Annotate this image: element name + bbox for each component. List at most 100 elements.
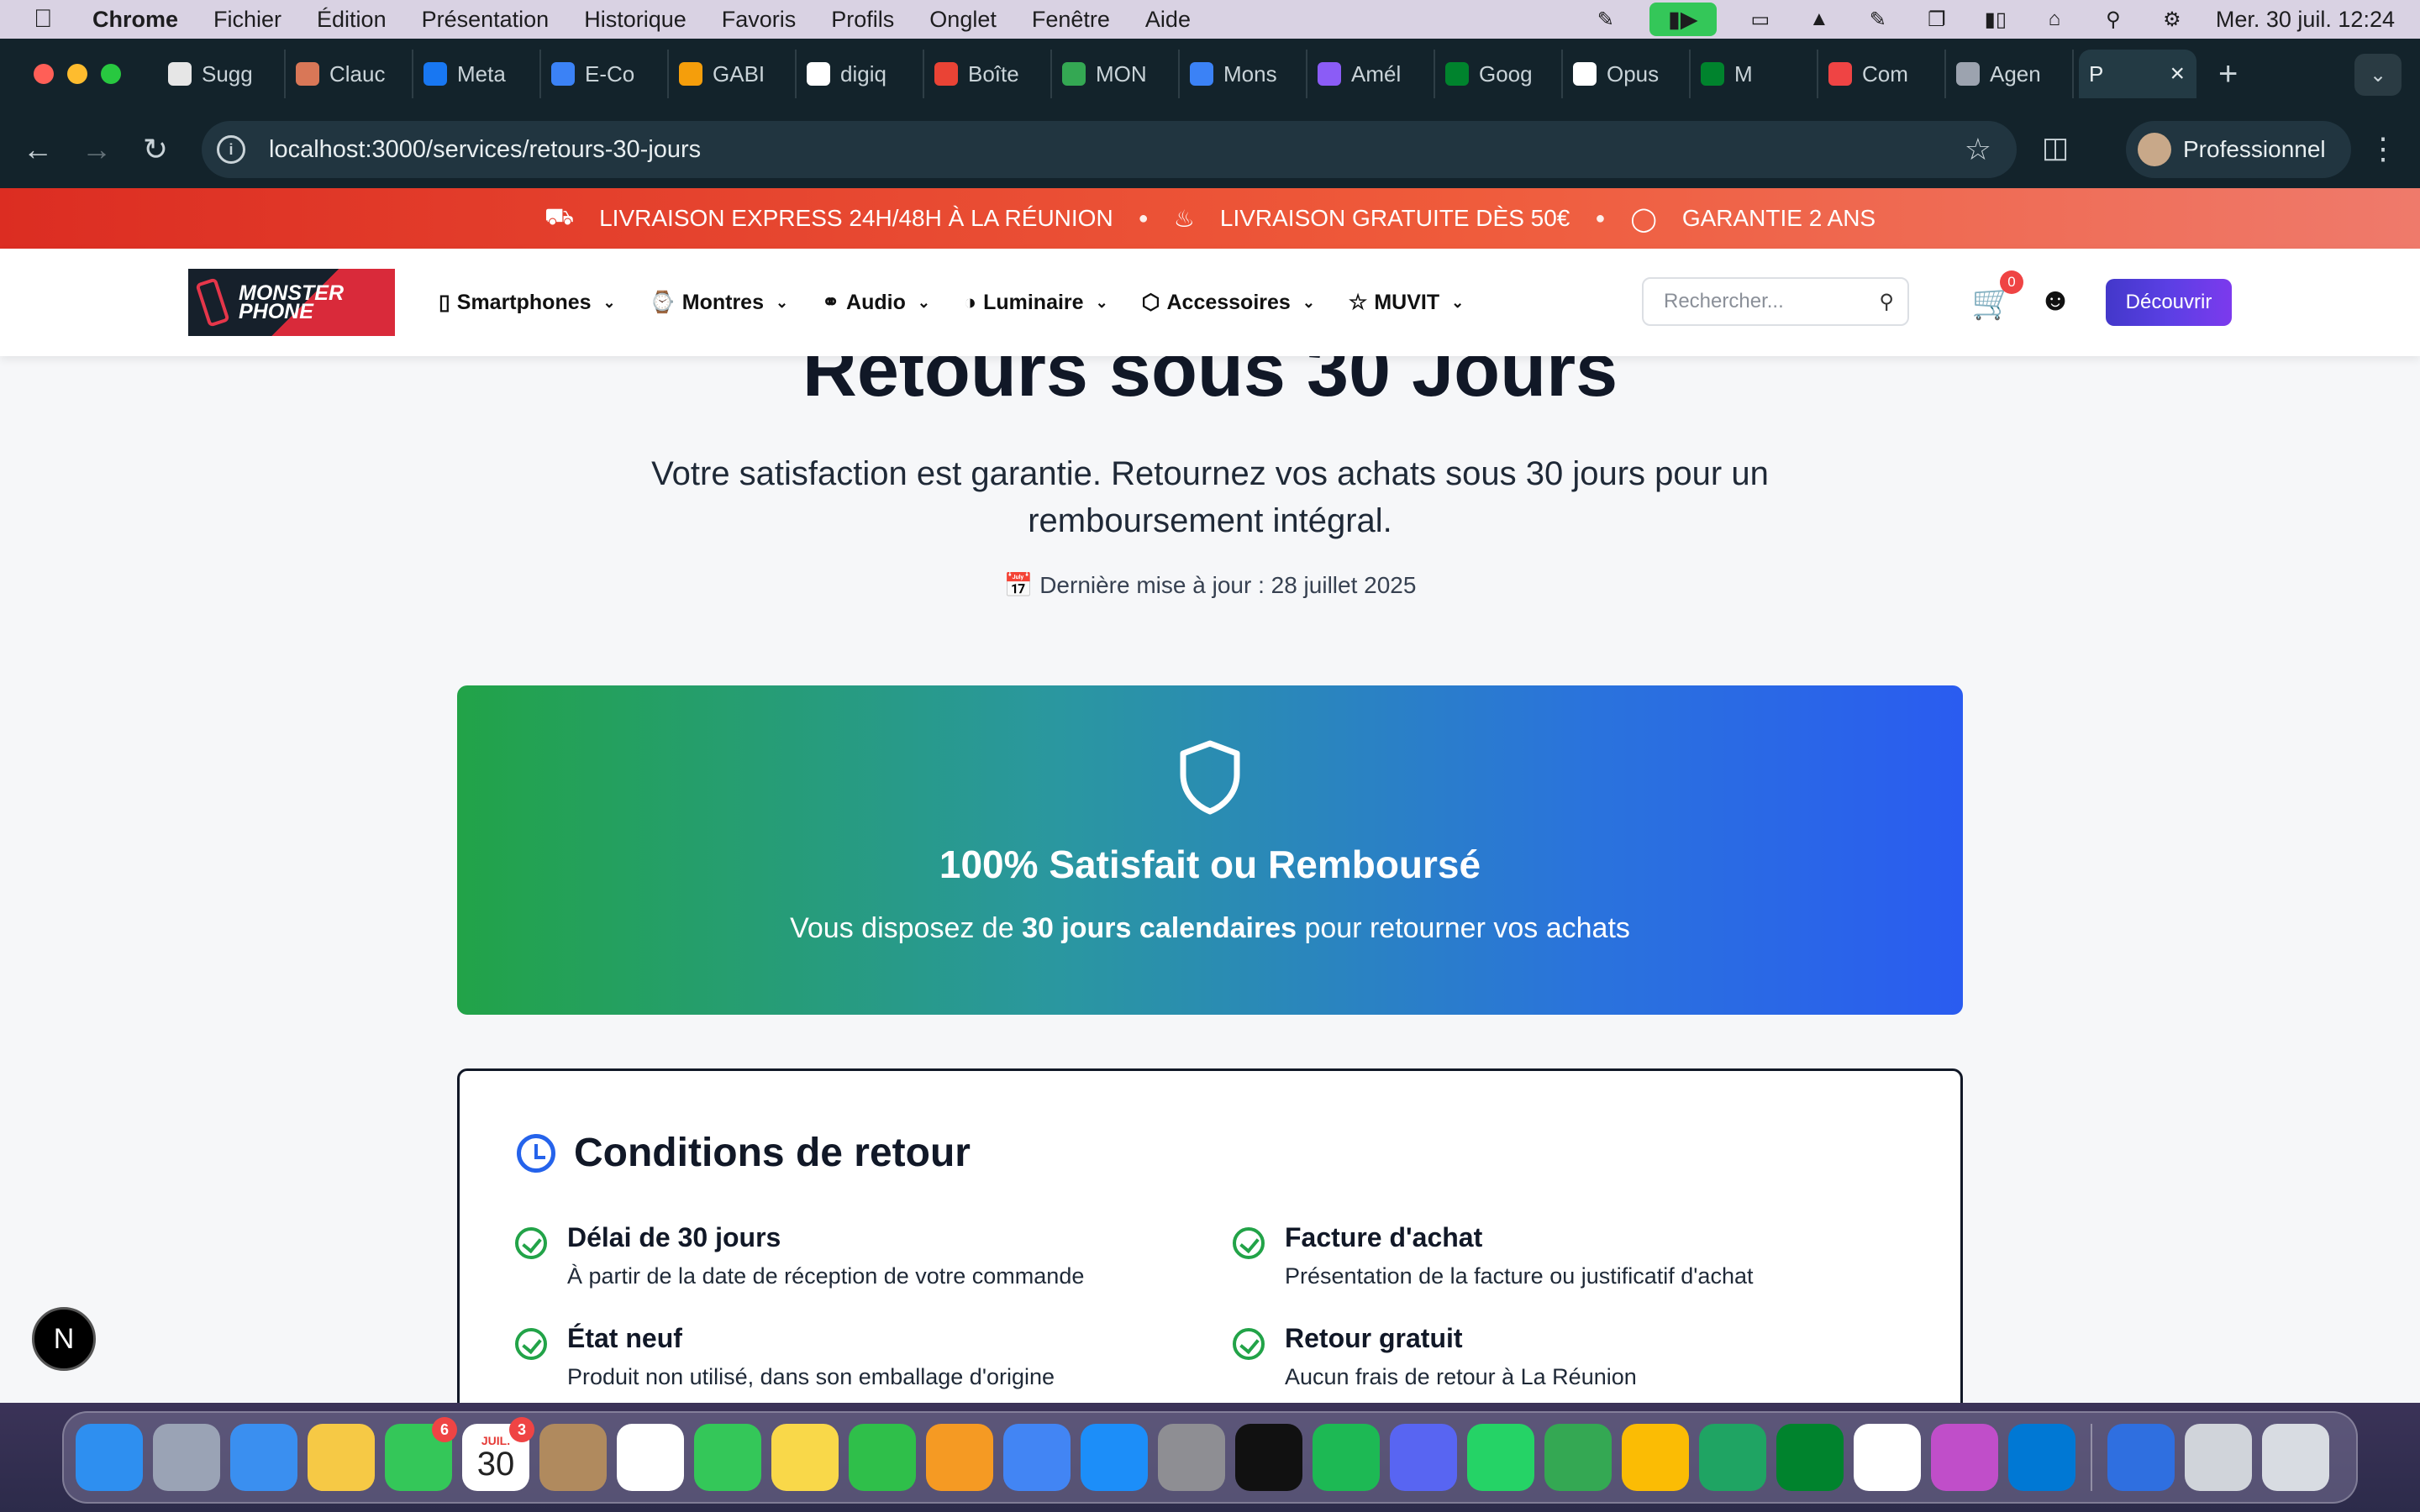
system-settings-icon[interactable] — [1158, 1424, 1225, 1491]
menu-item[interactable]: Historique — [584, 7, 687, 33]
photos-icon[interactable] — [308, 1424, 375, 1491]
guarantee-sub-2: pour retourner vos achats — [1297, 912, 1630, 944]
browser-tab[interactable]: M — [1691, 50, 1818, 98]
reload-button[interactable]: ↻ — [126, 132, 185, 167]
menu-item[interactable]: Profils — [831, 7, 894, 33]
spotify-icon[interactable] — [1313, 1424, 1380, 1491]
pages-icon[interactable] — [926, 1424, 993, 1491]
menu-item[interactable]: Fenêtre — [1032, 7, 1110, 33]
nav-montres[interactable]: ⌚ Montres ⌄ — [650, 291, 788, 315]
back-button[interactable]: ← — [8, 132, 67, 167]
menu-item[interactable]: Favoris — [722, 7, 797, 33]
tab-search-button[interactable]: ⌄ — [2354, 54, 2402, 96]
menu-item[interactable]: Édition — [317, 7, 387, 33]
nav-luminaire[interactable]: ◑ Luminaire ⌄ — [964, 291, 1108, 315]
account-icon[interactable]: ☻ — [2039, 282, 2072, 318]
facetime-icon[interactable]: 6 — [385, 1417, 457, 1491]
nextjs-devtools-button[interactable]: N — [32, 1307, 96, 1371]
numbers-icon[interactable] — [849, 1424, 916, 1491]
spotlight-search-icon[interactable]: ⚲ — [2098, 8, 2128, 31]
browser-tab[interactable]: Goog — [1435, 50, 1563, 98]
finder-icon[interactable] — [76, 1424, 143, 1491]
new-tab-button[interactable]: + — [2218, 55, 2238, 93]
reminders-icon[interactable] — [617, 1424, 684, 1491]
bookmark-star-icon[interactable]: ☆ — [1965, 132, 1991, 167]
battery-icon[interactable]: ▮▯ — [1981, 8, 2011, 31]
browser-tab[interactable]: Boîte — [924, 50, 1052, 98]
chrome-menu-icon[interactable]: ⋮ — [2368, 131, 2398, 166]
google-photos-icon[interactable] — [1622, 1424, 1689, 1491]
forward-button[interactable]: → — [67, 132, 126, 167]
flame-icon: ♨ — [1173, 205, 1195, 232]
menu-item[interactable]: Présentation — [422, 7, 550, 33]
notes-icon[interactable] — [771, 1424, 839, 1491]
capcut-icon[interactable] — [1235, 1424, 1302, 1491]
calendar-icon[interactable]: JUIL. 30 3 — [462, 1417, 534, 1491]
browser-tab[interactable]: Agen — [1946, 50, 2074, 98]
nav-muvit[interactable]: ☆ MUVIT ⌄ — [1349, 290, 1464, 315]
nav-smartphones[interactable]: ▯ Smartphones ⌄ — [439, 290, 616, 315]
zoom-window-button[interactable] — [101, 64, 121, 84]
google-chat-icon[interactable] — [1544, 1424, 1612, 1491]
nav-accessoires[interactable]: ⬡ Accessoires ⌄ — [1142, 290, 1315, 315]
contacts-icon[interactable] — [539, 1424, 607, 1491]
search-input[interactable]: Rechercher... ⚲ — [1642, 277, 1909, 326]
browser-tab[interactable]: Mons — [1180, 50, 1307, 98]
app-store-icon[interactable] — [1081, 1424, 1148, 1491]
slack-icon[interactable] — [1854, 1424, 1921, 1491]
chrome-icon[interactable] — [1003, 1424, 1071, 1491]
whatsapp-icon[interactable] — [1467, 1424, 1534, 1491]
apple-menu-icon[interactable]:  — [34, 5, 59, 34]
google-meet-icon[interactable] — [1776, 1424, 1844, 1491]
menu-item[interactable]: Fichier — [213, 7, 281, 33]
browser-tab[interactable]: Meta — [413, 50, 541, 98]
camera-in-use-icon[interactable]: ▮▶ — [1649, 3, 1717, 36]
google-drive-icon[interactable] — [1699, 1424, 1766, 1491]
search-icon[interactable]: ⚲ — [1879, 290, 1894, 314]
imac-icon[interactable] — [1931, 1424, 1998, 1491]
globe-icon[interactable] — [2107, 1424, 2175, 1491]
browser-tab[interactable]: MON — [1052, 50, 1180, 98]
menu-app-name[interactable]: Chrome — [92, 7, 178, 33]
launchpad-icon[interactable] — [153, 1424, 220, 1491]
mail-icon[interactable] — [230, 1424, 297, 1491]
dock-separator — [2091, 1424, 2092, 1491]
drive-icon[interactable]: ▲ — [1804, 8, 1834, 30]
browser-tab[interactable]: Com — [1818, 50, 1946, 98]
site-info-icon[interactable]: i — [217, 135, 245, 164]
chevron-down-icon: ⌄ — [1302, 293, 1315, 311]
minimized-window-icon[interactable] — [2185, 1424, 2252, 1491]
extensions-icon[interactable]: ◫ — [2042, 131, 2069, 165]
messages-icon[interactable] — [694, 1424, 761, 1491]
nav-audio[interactable]: ⚭ Audio ⌄ — [822, 290, 930, 315]
menu-item[interactable]: Aide — [1145, 7, 1191, 33]
vscode-icon[interactable] — [2008, 1424, 2075, 1491]
airplay-icon[interactable]: ▭ — [1745, 8, 1776, 31]
address-bar[interactable]: i localhost:3000/services/retours-30-jou… — [202, 121, 2017, 178]
discord-icon[interactable] — [1390, 1424, 1457, 1491]
browser-tab[interactable]: Opus — [1563, 50, 1691, 98]
menu-item[interactable]: Onglet — [929, 7, 997, 33]
trash-icon[interactable] — [2262, 1424, 2329, 1491]
browser-tab[interactable]: Clauc — [286, 50, 413, 98]
minimize-window-button[interactable] — [67, 64, 87, 84]
close-tab-icon[interactable]: × — [2170, 60, 2185, 88]
tab-active[interactable]: P × — [2079, 50, 2196, 98]
control-center-icon[interactable]: ⚙ — [2157, 8, 2187, 31]
browser-tab[interactable]: Sugg — [158, 50, 286, 98]
pen-icon[interactable]: ✎ — [1591, 8, 1621, 31]
browser-tab[interactable]: digiq — [797, 50, 924, 98]
close-window-button[interactable] — [34, 64, 54, 84]
profile-button[interactable]: Professionnel — [2126, 121, 2351, 178]
browser-tab[interactable]: GABI — [669, 50, 797, 98]
pencil-icon[interactable]: ✎ — [1863, 8, 1893, 31]
wifi-icon[interactable]: ⌂ — [2039, 8, 2070, 30]
browser-tab[interactable]: E-Co — [541, 50, 669, 98]
discover-button[interactable]: Découvrir — [2106, 279, 2232, 326]
menu-clock[interactable]: Mer. 30 juil. 12:24 — [2216, 7, 2395, 33]
cart-icon[interactable]: 🛒 0 — [1971, 270, 2023, 322]
url-text[interactable]: localhost:3000/services/retours-30-jours — [269, 136, 701, 164]
window-icon[interactable]: ❐ — [1922, 8, 1952, 31]
site-logo[interactable]: MONSTER PHONE — [188, 269, 395, 336]
browser-tab[interactable]: Amél — [1307, 50, 1435, 98]
